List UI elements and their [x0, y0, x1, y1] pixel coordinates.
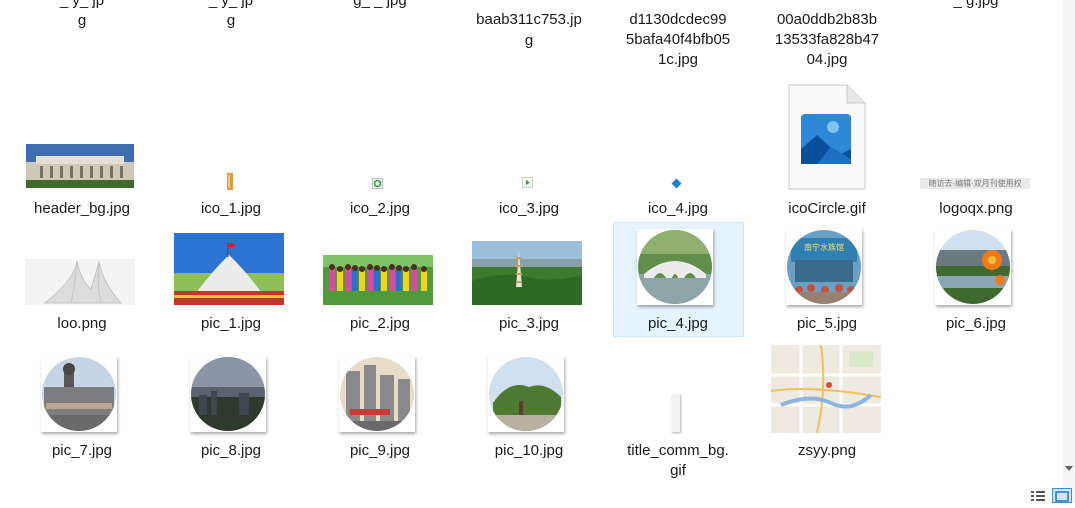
pic-9-frame — [339, 356, 415, 432]
file-name-line: _ g.jpg — [953, 0, 999, 9]
file-name-line: d1130dcdec99 — [629, 11, 727, 28]
scroll-down-arrow-icon[interactable] — [1065, 466, 1073, 471]
pic-10-thumbnail — [489, 357, 563, 431]
file-item-icocircle[interactable]: icoCircle.gif — [753, 80, 901, 220]
pic-8-frame — [190, 356, 266, 432]
file-name-line: g — [77, 12, 87, 29]
file-name: loo.png — [57, 315, 107, 332]
file-name: pic_1.jpg — [200, 315, 262, 332]
pic-9-thumbnail — [340, 357, 414, 431]
pic-5-thumbnail: 南宁水族馆 — [787, 230, 861, 304]
file-item-ico-4[interactable]: ico_4.jpg — [604, 140, 752, 220]
file-item-pic-3[interactable]: pic_3.jpg — [455, 225, 603, 335]
file-name-line: gif — [670, 462, 686, 479]
file-name: logoqx.png — [939, 200, 1013, 217]
file-name: ico_3.jpg — [498, 200, 560, 217]
file-item-pic-4[interactable]: pic_4.jpg — [604, 225, 752, 335]
logoqx-thumbnail: 随访去·编辑·双月刊使用权 — [920, 178, 1030, 189]
file-item-title-comm-bg[interactable]: title_comm_bg. gif — [604, 345, 752, 485]
file-item-pic-1[interactable]: pic_1.jpg — [157, 225, 305, 335]
pic-5-frame: 南宁水族馆 — [786, 229, 862, 305]
file-name: pic_2.jpg — [349, 315, 411, 332]
file-name-line: title_comm_bg. — [627, 442, 729, 459]
file-name-line: g — [524, 32, 534, 49]
file-name-line: 04.jpg — [806, 51, 848, 68]
file-item-pic-10[interactable]: pic_10.jpg — [455, 345, 603, 465]
file-item-pic-6[interactable]: pic_6.jpg — [902, 225, 1050, 335]
pic-4-frame — [637, 229, 713, 305]
map-thumbnail — [771, 345, 881, 433]
file-item-pic-7[interactable]: pic_7.jpg — [8, 345, 156, 465]
vertical-scrollbar[interactable] — [1063, 0, 1075, 503]
pic-7-thumbnail — [42, 357, 116, 431]
large-icons-view-icon[interactable] — [1052, 488, 1072, 503]
file-item-pic-8[interactable]: pic_8.jpg — [157, 345, 305, 465]
file-name: ico_1.jpg — [200, 200, 262, 217]
loo-thumbnail — [25, 259, 135, 305]
pic-3-thumbnail — [472, 241, 582, 305]
details-view-glyph — [1031, 491, 1045, 501]
pic-2-thumbnail — [323, 255, 433, 305]
ico-2-thumbnail — [372, 178, 383, 189]
file-name-line: g_ _ jpg — [353, 0, 407, 9]
file-name: ico_2.jpg — [349, 200, 411, 217]
file-name-line: 00a0ddb2b83b — [776, 11, 878, 28]
file-name-line: 5bafa40f4bfb05 — [625, 31, 731, 48]
file-item-ico-2[interactable]: ico_2.jpg — [306, 140, 454, 220]
file-name: pic_9.jpg — [349, 442, 411, 459]
pic-7-frame — [41, 356, 117, 432]
file-name-line: 13533fa828b47 — [774, 31, 880, 48]
file-name: pic_3.jpg — [498, 315, 560, 332]
file-name-line: baab311c753.jp — [476, 11, 582, 28]
file-name-line: g — [226, 12, 236, 29]
file-name: ico_4.jpg — [647, 200, 709, 217]
file-name-line: _ y_ jp — [59, 0, 105, 9]
pic-1-thumbnail — [174, 233, 284, 305]
file-name: pic_10.jpg — [494, 442, 564, 459]
file-name: pic_6.jpg — [945, 315, 1007, 332]
pic-6-thumbnail — [936, 230, 1010, 304]
file-name: header_bg.jpg — [34, 200, 130, 217]
file-name: pic_8.jpg — [200, 442, 262, 459]
photos-file-icon — [788, 84, 866, 190]
file-name: icoCircle.gif — [788, 200, 866, 217]
file-name: pic_5.jpg — [796, 315, 858, 332]
ico-1-thumbnail — [227, 173, 233, 190]
file-item-logoqx[interactable]: 随访去·编辑·双月刊使用权 logoqx.png — [902, 140, 1050, 220]
pic-6-frame — [935, 229, 1011, 305]
ico-4-thumbnail — [671, 178, 682, 189]
file-item-loo[interactable]: loo.png — [8, 225, 156, 335]
file-item-ico-3[interactable]: ico_3.jpg — [455, 140, 603, 220]
file-item-pic-9[interactable]: pic_9.jpg — [306, 345, 454, 465]
pic-10-frame — [488, 356, 564, 432]
building-thumbnail — [26, 144, 134, 188]
pic-4-thumbnail — [638, 230, 712, 304]
file-name: zsyy.png — [797, 442, 857, 459]
details-view-icon[interactable] — [1028, 488, 1048, 503]
title-comm-bg-thumbnail — [671, 394, 680, 432]
file-name: pic_7.jpg — [51, 442, 113, 459]
ico-3-thumbnail — [522, 177, 533, 188]
file-name-line: _ y_ jp — [208, 0, 254, 9]
file-item-ico-1[interactable]: ico_1.jpg — [157, 140, 305, 220]
pic-8-thumbnail — [191, 357, 265, 431]
file-item-header-bg[interactable]: header_bg.jpg — [8, 140, 156, 220]
file-name: pic_4.jpg — [647, 315, 709, 332]
file-item-pic-2[interactable]: pic_2.jpg — [306, 225, 454, 335]
logoqx-text: 随访去·编辑·双月刊使用权 — [928, 179, 1022, 188]
file-name-line: 1c.jpg — [657, 51, 699, 68]
pic-5-sign-text: 南宁水族馆 — [804, 242, 844, 252]
large-icons-view-glyph — [1055, 491, 1069, 502]
file-item-zsyy[interactable]: zsyy.png — [753, 340, 901, 470]
file-item-pic-5[interactable]: 南宁水族馆 pic_5.jpg — [753, 225, 901, 335]
